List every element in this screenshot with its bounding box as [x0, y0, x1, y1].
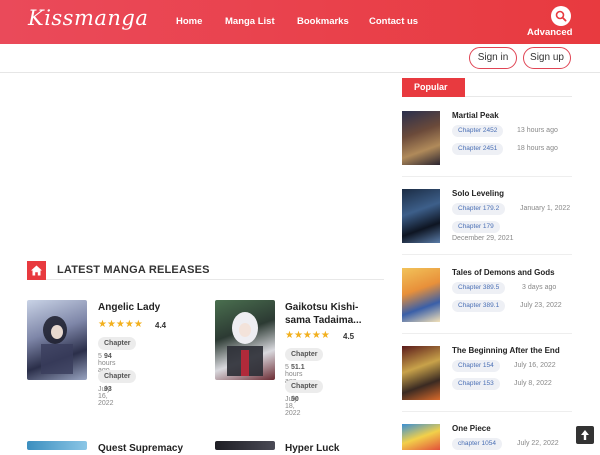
chapter-link[interactable]: Chapter 179: [452, 221, 500, 233]
popular-separator: [402, 333, 572, 334]
home-badge: [27, 261, 46, 280]
manga-title[interactable]: Quest Supremacy: [98, 442, 218, 455]
chapter-link[interactable]: Chapter 2451: [452, 143, 504, 155]
rating-value: 4.4: [155, 321, 167, 330]
chapter-link[interactable]: Chapter 179.2: [452, 203, 506, 215]
chapter-link[interactable]: Chapter 93: [98, 370, 137, 393]
chapter-link[interactable]: Chapter 153: [452, 378, 500, 390]
popular-tab[interactable]: Popular: [402, 78, 465, 97]
popular-title[interactable]: Tales of Demons and Gods: [452, 268, 555, 277]
popular-separator: [402, 254, 572, 255]
star-rating: ★★★★★: [98, 319, 143, 330]
arrow-up-icon: [581, 430, 589, 440]
chapter-link[interactable]: chapter 1054: [452, 438, 502, 450]
chapter-time: July 16, 2022: [514, 362, 556, 369]
nav-home[interactable]: Home: [176, 16, 202, 27]
home-icon: [31, 265, 42, 276]
site-logo[interactable]: Kissmanga: [28, 6, 148, 30]
search-icon: [555, 10, 567, 22]
chapter-link[interactable]: Chapter 389.1: [452, 300, 506, 312]
rating-value: 4.5: [343, 332, 355, 341]
popular-cover[interactable]: [402, 189, 440, 243]
chapter-link[interactable]: Chapter 51.1: [285, 348, 324, 371]
chapter-time: July 16, 2022: [98, 386, 114, 407]
popular-cover[interactable]: [402, 424, 440, 450]
chapter-time: July 8, 2022: [514, 380, 552, 387]
scroll-to-top-button[interactable]: [576, 426, 594, 444]
header-divider: [0, 72, 600, 73]
star-rating: ★★★★★: [285, 330, 330, 341]
latest-releases-header: LATEST MANGA RELEASES: [27, 260, 384, 280]
chapter-link[interactable]: Chapter 2452: [452, 125, 504, 137]
nav-bookmarks[interactable]: Bookmarks: [297, 16, 349, 27]
popular-cover[interactable]: [402, 346, 440, 400]
latest-releases-title: LATEST MANGA RELEASES: [57, 264, 210, 276]
chapter-time: 3 days ago: [522, 284, 557, 291]
nav-manga-list[interactable]: Manga List: [225, 16, 275, 27]
chapter-time: 18 hours ago: [517, 145, 558, 152]
manga-cover[interactable]: [215, 300, 275, 380]
chapter-time: 13 hours ago: [517, 127, 558, 134]
manga-cover[interactable]: [215, 441, 275, 450]
chapter-time: July 23, 2022: [520, 302, 562, 309]
advanced-search-link[interactable]: Advanced: [527, 27, 572, 38]
popular-cover[interactable]: [402, 111, 440, 165]
chapter-time: July 22, 2022: [517, 440, 559, 447]
chapter-link[interactable]: Chapter 50: [285, 380, 324, 403]
chapter-link[interactable]: Chapter 94: [98, 337, 137, 360]
chapter-time: December 29, 2021: [452, 235, 514, 242]
manga-title[interactable]: Gaikotsu Kishi-sama Tadaima...: [285, 301, 383, 327]
chapter-link[interactable]: Chapter 154: [452, 360, 500, 372]
chapter-time: January 1, 2022: [520, 205, 571, 212]
manga-title[interactable]: Hyper Luck: [285, 442, 383, 455]
sign-up-button[interactable]: Sign up: [523, 47, 571, 69]
cover-art: [41, 316, 73, 374]
popular-title[interactable]: One Piece: [452, 424, 491, 433]
site-header: Kissmanga Home Manga List Bookmarks Cont…: [0, 0, 600, 44]
manga-title[interactable]: Angelic Lady: [98, 301, 218, 314]
manga-cover[interactable]: [27, 300, 87, 380]
nav-contact-us[interactable]: Contact us: [369, 16, 418, 27]
sign-in-button[interactable]: Sign in: [469, 47, 517, 69]
popular-title[interactable]: The Beginning After the End: [452, 346, 560, 355]
popular-separator: [402, 176, 572, 177]
search-button[interactable]: [551, 6, 571, 26]
chapter-time: July 18, 2022: [285, 396, 301, 417]
chapter-link[interactable]: Chapter 389.5: [452, 282, 506, 294]
manga-cover[interactable]: [27, 441, 87, 450]
popular-header: Popular: [402, 78, 572, 97]
popular-title[interactable]: Martial Peak: [452, 111, 499, 120]
popular-cover[interactable]: [402, 268, 440, 322]
cover-art: [227, 312, 263, 376]
popular-separator: [402, 411, 572, 412]
popular-title[interactable]: Solo Leveling: [452, 189, 504, 198]
